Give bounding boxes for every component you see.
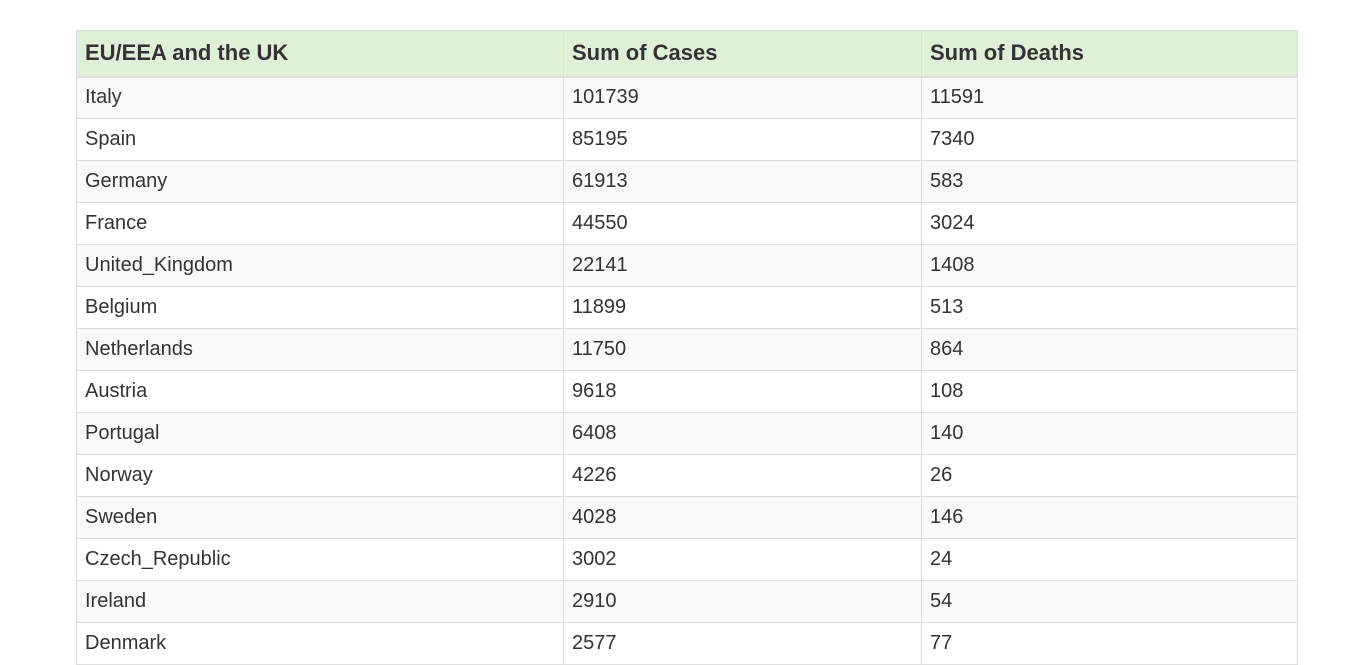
cases-cell: 44550	[563, 202, 922, 245]
table-row: Czech_Republic 3002 24	[76, 538, 1298, 581]
country-cell: Czech_Republic	[76, 538, 564, 581]
table-row: Denmark 2577 77	[76, 622, 1298, 665]
country-cell: Italy	[76, 76, 564, 119]
country-cell: Germany	[76, 160, 564, 203]
cases-cell: 9618	[563, 370, 922, 413]
table-row: Germany 61913 583	[76, 160, 1298, 203]
cases-cell: 4226	[563, 454, 922, 497]
cases-cell: 11899	[563, 286, 922, 329]
table-row: France 44550 3024	[76, 202, 1298, 245]
cases-cell: 85195	[563, 118, 922, 161]
country-cell: Spain	[76, 118, 564, 161]
table-row: Austria 9618 108	[76, 370, 1298, 413]
country-cell: United_Kingdom	[76, 244, 564, 287]
cases-cell: 2910	[563, 580, 922, 623]
deaths-cell: 513	[921, 286, 1298, 329]
cases-cell: 22141	[563, 244, 922, 287]
deaths-cell: 7340	[921, 118, 1298, 161]
country-cell: Portugal	[76, 412, 564, 455]
country-cell: Netherlands	[76, 328, 564, 371]
cases-cell: 101739	[563, 76, 922, 119]
country-cell: Belgium	[76, 286, 564, 329]
cases-cell: 4028	[563, 496, 922, 539]
column-header-deaths: Sum of Deaths	[921, 30, 1298, 78]
table-body: Italy 101739 11591 Spain 85195 7340 Germ…	[76, 76, 1298, 665]
deaths-cell: 146	[921, 496, 1298, 539]
country-cell: Sweden	[76, 496, 564, 539]
country-cell: France	[76, 202, 564, 245]
deaths-cell: 583	[921, 160, 1298, 203]
deaths-cell: 140	[921, 412, 1298, 455]
country-cell: Denmark	[76, 622, 564, 665]
cases-cell: 61913	[563, 160, 922, 203]
table-row: Ireland 2910 54	[76, 580, 1298, 623]
column-header-cases: Sum of Cases	[563, 30, 922, 78]
table-row: United_Kingdom 22141 1408	[76, 244, 1298, 287]
table-row: Portugal 6408 140	[76, 412, 1298, 455]
cases-cell: 2577	[563, 622, 922, 665]
table-row: Italy 101739 11591	[76, 76, 1298, 119]
cases-cell: 3002	[563, 538, 922, 581]
deaths-cell: 54	[921, 580, 1298, 623]
deaths-cell: 3024	[921, 202, 1298, 245]
table-row: Netherlands 11750 864	[76, 328, 1298, 371]
deaths-cell: 108	[921, 370, 1298, 413]
country-cell: Norway	[76, 454, 564, 497]
table-row: Spain 85195 7340	[76, 118, 1298, 161]
country-cell: Austria	[76, 370, 564, 413]
table-row: Norway 4226 26	[76, 454, 1298, 497]
deaths-cell: 24	[921, 538, 1298, 581]
cases-cell: 6408	[563, 412, 922, 455]
country-cell: Ireland	[76, 580, 564, 623]
table-header: EU/EEA and the UK Sum of Cases Sum of De…	[76, 30, 1298, 78]
deaths-cell: 864	[921, 328, 1298, 371]
header-row: EU/EEA and the UK Sum of Cases Sum of De…	[76, 30, 1298, 78]
deaths-cell: 1408	[921, 244, 1298, 287]
table-row: Sweden 4028 146	[76, 496, 1298, 539]
deaths-cell: 77	[921, 622, 1298, 665]
deaths-cell: 26	[921, 454, 1298, 497]
cases-deaths-table: EU/EEA and the UK Sum of Cases Sum of De…	[76, 30, 1298, 665]
table-container: EU/EEA and the UK Sum of Cases Sum of De…	[76, 30, 1298, 665]
column-header-country: EU/EEA and the UK	[76, 30, 564, 78]
table-row: Belgium 11899 513	[76, 286, 1298, 329]
deaths-cell: 11591	[921, 76, 1298, 119]
cases-cell: 11750	[563, 328, 922, 371]
